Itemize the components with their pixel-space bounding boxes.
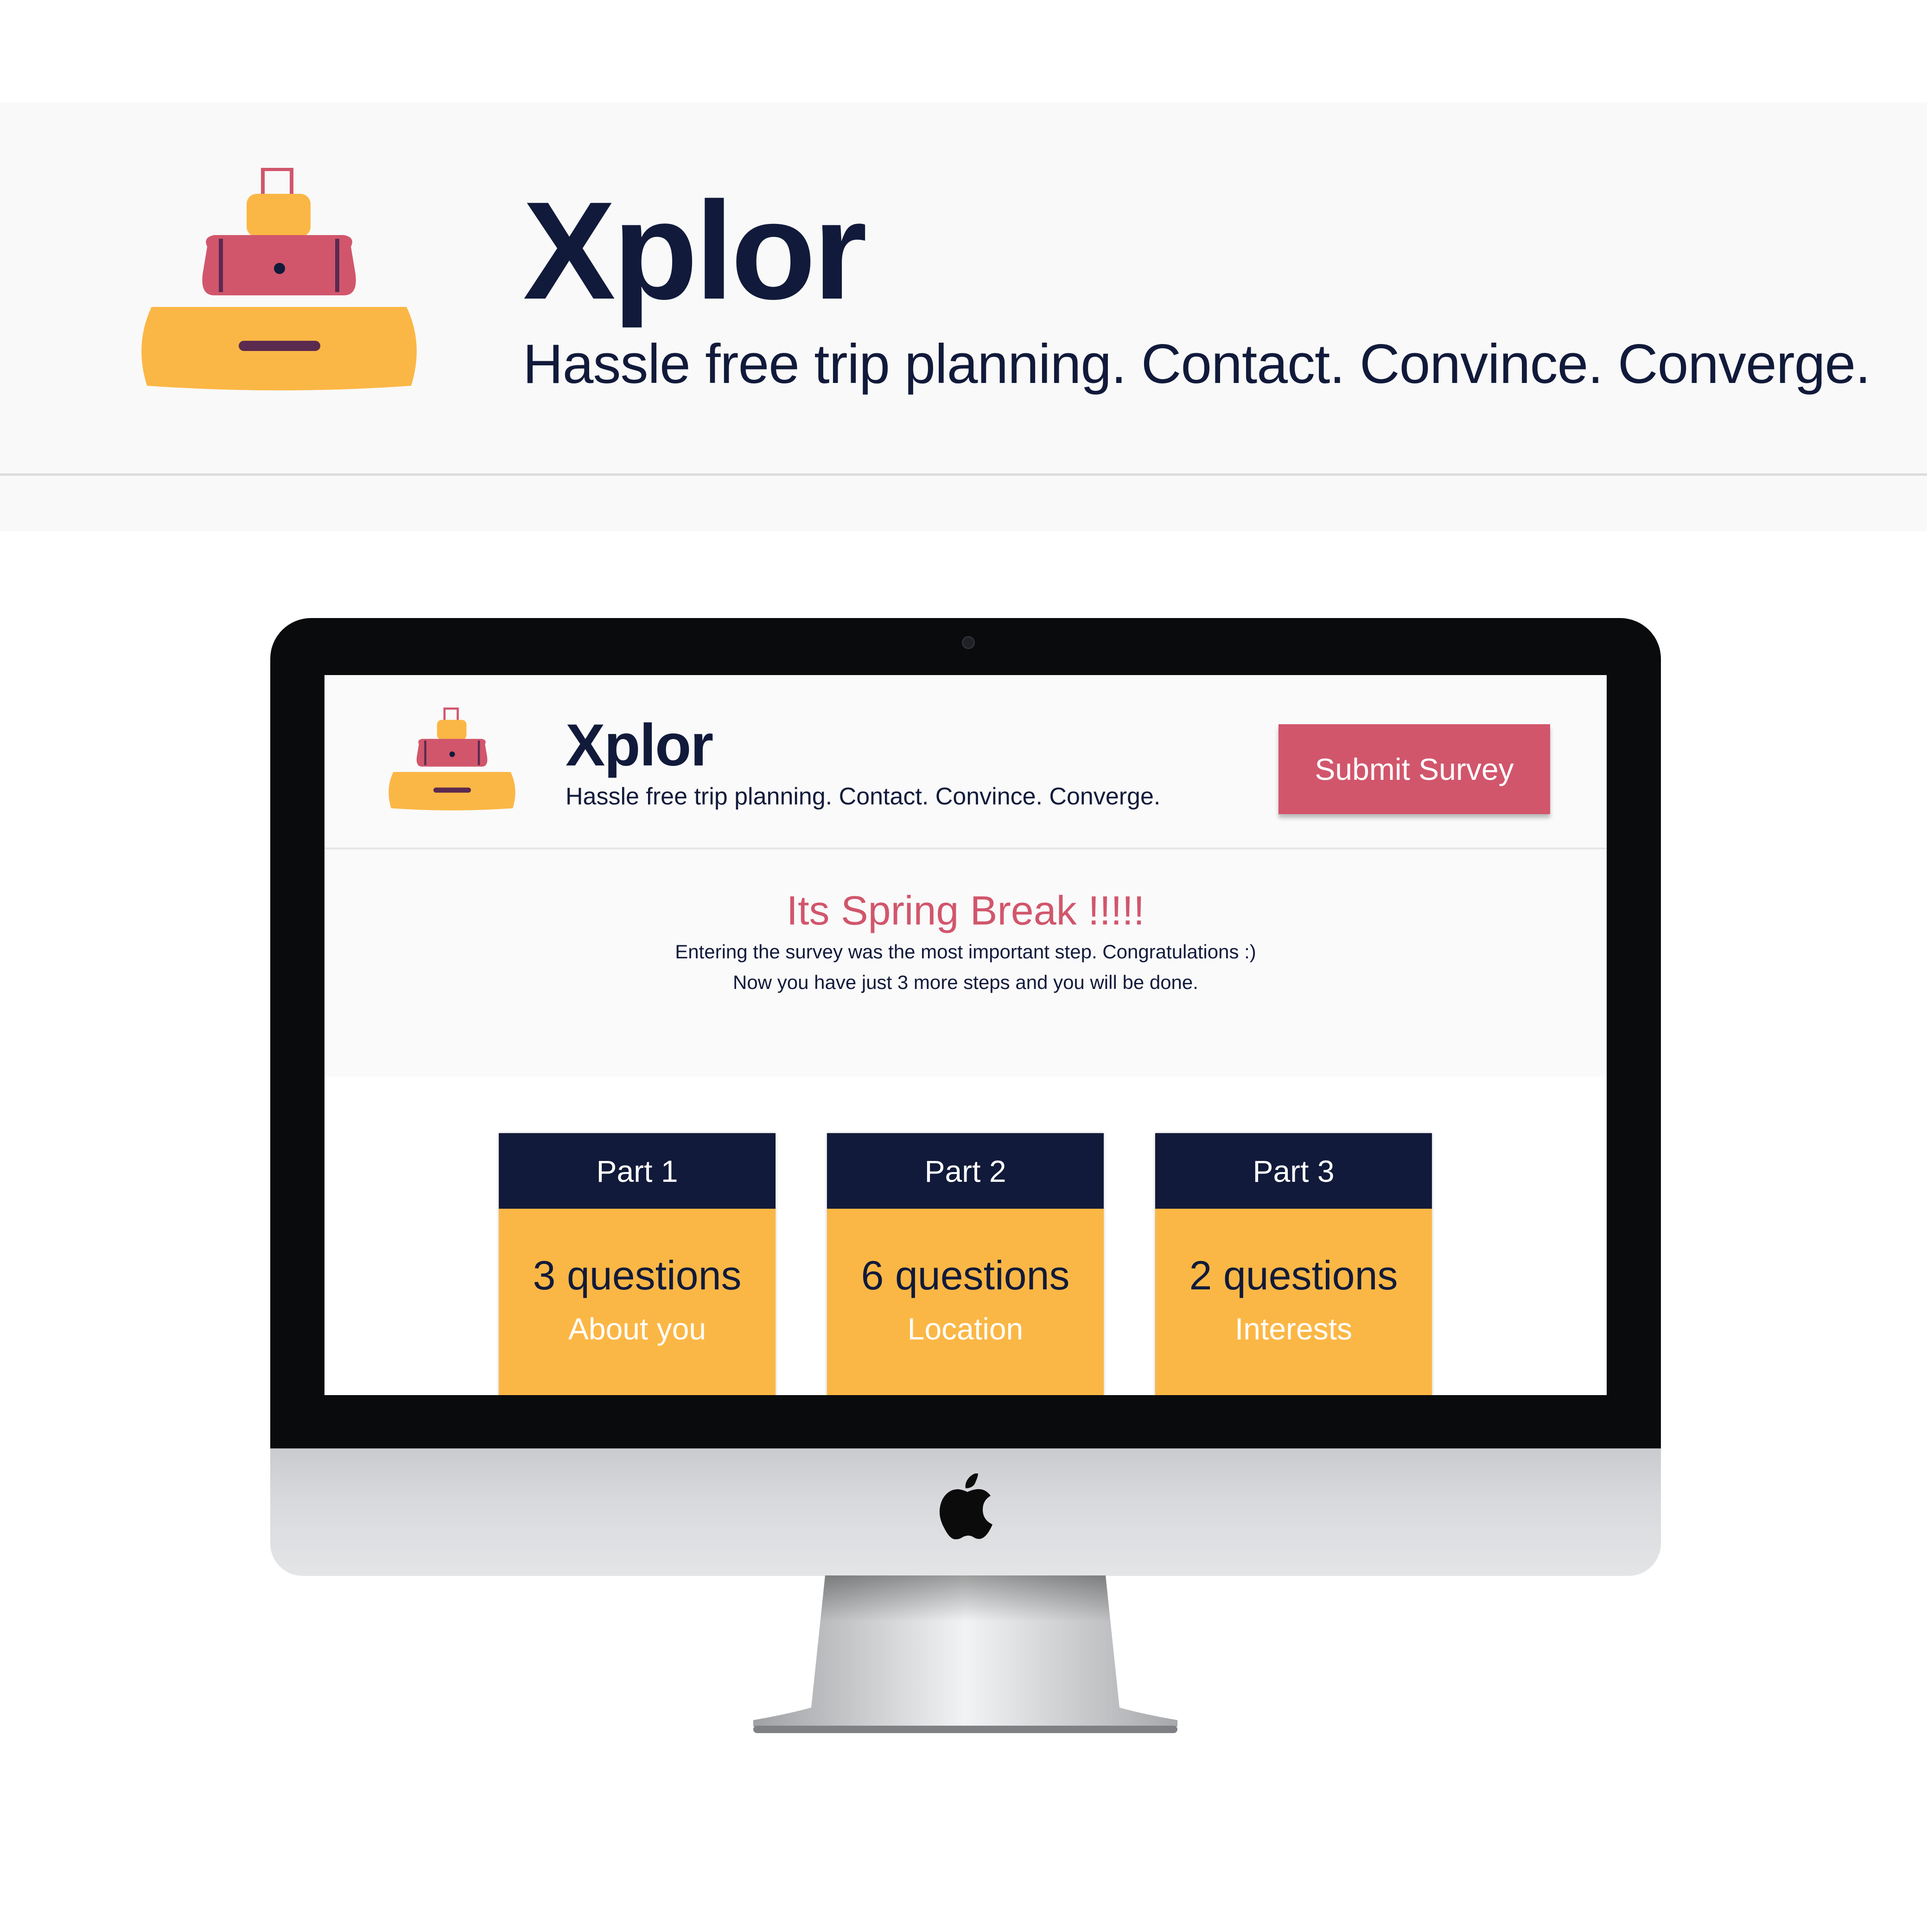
banner-divider-strip <box>0 476 1927 531</box>
part-label: Part 3 <box>1155 1133 1432 1209</box>
submit-survey-button[interactable]: Submit Survey <box>1278 724 1550 814</box>
part-topic: Location <box>907 1312 1024 1346</box>
part-question-count: 3 questions <box>533 1252 742 1298</box>
app-brand-title: Xplor <box>566 712 713 778</box>
camera-icon <box>962 636 975 649</box>
part-label: Part 2 <box>827 1133 1104 1209</box>
luggage-stack-icon <box>141 168 417 390</box>
part-question-count: 2 questions <box>1189 1252 1398 1298</box>
survey-part-card-1[interactable]: Part 1 3 questions About you <box>499 1133 776 1395</box>
part-body: 2 questions Interests <box>1155 1209 1432 1395</box>
monitor-stand <box>753 1575 1177 1733</box>
part-topic: About you <box>568 1312 706 1346</box>
apple-logo-icon <box>939 1473 992 1539</box>
part-topic: Interests <box>1234 1312 1353 1346</box>
intro-text-line-1: Entering the survey was the most importa… <box>675 941 1256 963</box>
survey-part-card-2[interactable]: Part 2 6 questions Location <box>827 1133 1104 1395</box>
intro-title: Its Spring Break !!!!! <box>786 887 1145 933</box>
app-header: Xplor Hassle free trip planning. Contact… <box>324 675 1607 849</box>
app-tagline: Hassle free trip planning. Contact. Conv… <box>566 783 1161 810</box>
hero-tagline: Hassle free trip planning. Contact. Conv… <box>523 333 1871 395</box>
app-screen: Xplor Hassle free trip planning. Contact… <box>324 675 1607 1395</box>
part-question-count: 6 questions <box>861 1252 1070 1298</box>
hero-brand-title: Xplor <box>523 172 867 328</box>
luggage-stack-icon <box>388 708 515 810</box>
part-label: Part 1 <box>499 1133 776 1209</box>
survey-part-card-3[interactable]: Part 3 2 questions Interests <box>1155 1133 1432 1395</box>
part-body: 3 questions About you <box>499 1209 776 1395</box>
part-body: 6 questions Location <box>827 1209 1104 1395</box>
intro-text-line-2: Now you have just 3 more steps and you w… <box>733 971 1198 993</box>
intro-section: Its Spring Break !!!!! Entering the surv… <box>324 849 1607 1077</box>
